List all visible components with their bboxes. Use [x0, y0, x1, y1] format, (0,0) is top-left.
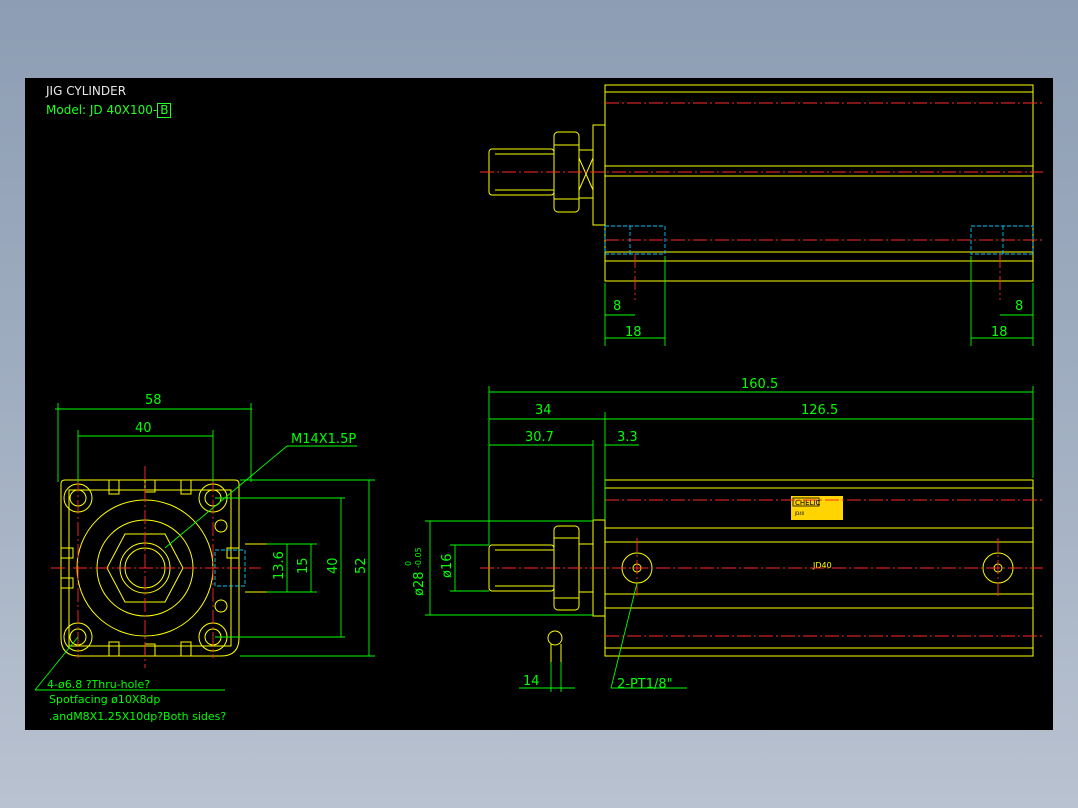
dim-side-rod-dia: ø28 [412, 572, 427, 597]
dim-side-14: 14 [523, 674, 540, 689]
dim-front-52: 52 [354, 557, 369, 574]
nameplate-small: JD40 [794, 511, 805, 516]
note-spotfacing: Spotfacing ø10X8dp [49, 693, 160, 706]
dim-side-tol-lower: -0.05 [414, 547, 423, 568]
dim-top-8-left: 8 [613, 299, 621, 314]
dim-side-34: 34 [535, 403, 552, 418]
side-view: CHELIC JD40 JD40 160.5 34 126.5 30.7 3.3… [404, 377, 1043, 692]
dim-front-13-6: 13.6 [272, 551, 287, 580]
dim-side-126-5: 126.5 [801, 403, 838, 418]
dim-front-40-v: 40 [326, 557, 341, 574]
port-label: 2-PT1/8" [617, 677, 673, 692]
dim-side-tol-upper: 0 [404, 561, 413, 566]
dim-top-8-right: 8 [1015, 299, 1023, 314]
dim-side-30-7: 30.7 [525, 430, 554, 445]
cad-drawing-canvas[interactable]: JIG CYLINDER Model: JD 40X100- B 8 18 18… [25, 78, 1053, 730]
dim-front-15: 15 [296, 557, 311, 574]
dim-front-40-h: 40 [135, 421, 152, 436]
dim-side-16: ø16 [440, 554, 455, 579]
body-mark: JD40 [812, 561, 832, 570]
front-view: 58 40 52 40 13.6 15 M14X1.5P 4-ø6.8 ?Thr… [34, 393, 375, 723]
top-view: 8 18 18 8 [480, 84, 1043, 346]
dim-top-18-right: 18 [991, 325, 1008, 340]
note-thru-hole: 4-ø6.8 ?Thru-hole? [47, 678, 150, 691]
dim-side-3-3: 3.3 [617, 430, 638, 445]
dim-side-160-5: 160.5 [741, 377, 778, 392]
drawing-svg: 8 18 18 8 58 40 52 40 13.6 15 M14X1.5P 4… [34, 84, 1043, 723]
note-tap-both-sides: .andM8X1.25X10dp?Both sides? [49, 710, 226, 723]
leader-m14-thread: M14X1.5P [291, 432, 356, 447]
dim-front-58: 58 [145, 393, 162, 408]
dim-top-18-left: 18 [625, 325, 642, 340]
